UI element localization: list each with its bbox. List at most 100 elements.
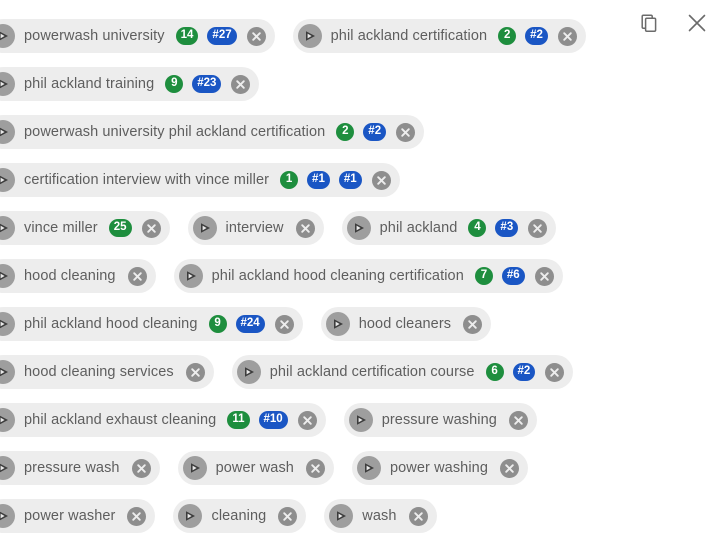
rank-badge-green: 2	[498, 27, 517, 45]
keyword-chip[interactable]: hood cleaners	[320, 307, 492, 341]
video-play-icon	[356, 456, 381, 480]
video-play-icon	[0, 72, 15, 96]
keyword-chip-row: powerwash university phil ackland certif…	[0, 108, 720, 156]
keyword-chip[interactable]: power washing	[351, 451, 528, 485]
keyword-chip[interactable]: power washer	[0, 499, 156, 533]
keyword-chip-label: hood cleaning	[24, 267, 116, 284]
rank-badge-green: 6	[485, 363, 504, 381]
rank-badge-green: 9	[208, 315, 227, 333]
keyword-chip-row: vince miller 25 interview phil ackland 4 #3	[0, 204, 720, 252]
keyword-chip[interactable]: interview	[187, 211, 324, 245]
remove-chip-icon[interactable]	[246, 26, 266, 46]
remove-chip-icon[interactable]	[127, 506, 147, 526]
keyword-chip[interactable]: phil ackland training 9 #23	[0, 67, 260, 101]
remove-chip-icon[interactable]	[508, 410, 528, 430]
keyword-chip[interactable]: phil ackland certification course 6 #2	[231, 355, 574, 389]
rank-badge-blue: #10	[258, 411, 288, 429]
remove-chip-icon[interactable]	[371, 170, 391, 190]
keyword-chip-row: certification interview with vince mille…	[0, 156, 720, 204]
keyword-chip-list: powerwash university 14 #27 phil ackland ce…	[0, 12, 720, 540]
keyword-chip-label: vince miller	[24, 219, 98, 236]
remove-chip-icon[interactable]	[278, 506, 298, 526]
remove-chip-icon[interactable]	[131, 458, 151, 478]
keyword-chip-label: cleaning	[211, 507, 267, 524]
remove-chip-icon[interactable]	[297, 410, 317, 430]
video-play-icon	[0, 168, 15, 192]
remove-chip-icon[interactable]	[545, 362, 565, 382]
keyword-chip[interactable]: pressure washing	[343, 403, 537, 437]
remove-chip-icon[interactable]	[231, 74, 251, 94]
keyword-chip[interactable]: phil ackland hood cleaning certification…	[173, 259, 563, 293]
keyword-chip[interactable]: certification interview with vince mille…	[0, 163, 400, 197]
video-play-icon	[192, 216, 217, 240]
keyword-chip-row: phil ackland exhaust cleaning 11 #10 pressu…	[0, 396, 720, 444]
video-play-icon	[0, 408, 15, 432]
close-icon	[686, 12, 708, 34]
close-button[interactable]	[684, 10, 710, 36]
remove-chip-icon[interactable]	[274, 314, 294, 334]
video-play-icon	[0, 264, 15, 288]
rank-badge-blue: #2	[525, 27, 548, 45]
keyword-chip[interactable]: powerwash university 14 #27	[0, 19, 275, 53]
keyword-chip[interactable]: hood cleaning services	[0, 355, 214, 389]
video-play-icon	[0, 216, 15, 240]
copy-button[interactable]	[636, 10, 662, 36]
rank-badge-blue: #3	[495, 219, 519, 237]
keyword-chip-label: phil ackland certification	[330, 27, 488, 44]
remove-chip-icon[interactable]	[500, 458, 519, 478]
keyword-chip-label: powerwash university	[24, 27, 165, 44]
copy-icon	[639, 13, 659, 33]
keyword-chip-label: phil ackland training	[24, 75, 155, 92]
video-play-icon	[182, 456, 207, 480]
rank-badge-green: 14	[175, 27, 199, 45]
keyword-chip-label: powerwash university phil ackland certif…	[24, 123, 326, 140]
remove-chip-icon[interactable]	[408, 506, 428, 526]
rank-badge-blue: #23	[192, 75, 222, 93]
video-play-icon	[0, 456, 15, 480]
rank-badge-blue: #2	[363, 123, 387, 141]
rank-badge-blue: #27	[207, 27, 237, 45]
remove-chip-icon[interactable]	[185, 362, 205, 382]
remove-chip-icon[interactable]	[396, 122, 416, 142]
keyword-chip-row: phil ackland training 9 #23	[0, 60, 720, 108]
keyword-chip[interactable]: cleaning	[173, 499, 307, 533]
keyword-chip[interactable]: pressure wash	[0, 451, 160, 485]
keyword-chip-label: interview	[225, 219, 284, 236]
keyword-chip-label: phil ackland exhaust cleaning	[24, 411, 217, 428]
keyword-chip-row: power washer cleaning wash	[0, 492, 720, 540]
keyword-chip[interactable]: power wash	[177, 451, 334, 485]
keyword-chip[interactable]: phil ackland exhaust cleaning 11 #10	[0, 403, 326, 437]
rank-badge-green: 25	[108, 219, 132, 237]
remove-chip-icon[interactable]	[295, 218, 315, 238]
keyword-chip[interactable]: phil ackland hood cleaning 9 #24	[0, 307, 303, 341]
remove-chip-icon[interactable]	[534, 266, 554, 286]
keyword-chip[interactable]: vince miller 25	[0, 211, 170, 245]
keyword-chip[interactable]: wash	[324, 499, 437, 533]
window-controls	[636, 10, 710, 36]
video-play-icon	[0, 360, 15, 384]
remove-chip-icon[interactable]	[127, 266, 147, 286]
keyword-suggestions-panel: powerwash university 14 #27 phil ackland ce…	[0, 0, 720, 540]
keyword-chip-label: certification interview with vince mille…	[24, 171, 270, 188]
keyword-chip-label: wash	[362, 507, 397, 524]
rank-badge-green: 7	[474, 267, 493, 285]
video-play-icon	[348, 408, 373, 432]
remove-chip-icon[interactable]	[557, 26, 577, 46]
rank-badge-blue: #2	[512, 363, 536, 381]
video-play-icon	[297, 24, 322, 48]
video-play-icon	[0, 312, 15, 336]
keyword-chip[interactable]: phil ackland 4 #3	[341, 211, 557, 245]
keyword-chip[interactable]: hood cleaning	[0, 259, 156, 293]
video-play-icon	[0, 120, 15, 144]
keyword-chip-label: pressure washing	[381, 411, 497, 428]
keyword-chip-label: pressure wash	[24, 459, 120, 476]
video-play-icon	[325, 312, 350, 336]
remove-chip-icon[interactable]	[141, 218, 161, 238]
keyword-chip[interactable]: powerwash university phil ackland certif…	[0, 115, 425, 149]
remove-chip-icon[interactable]	[305, 458, 325, 478]
video-play-icon	[0, 504, 15, 528]
keyword-chip-label: phil ackland	[379, 219, 458, 236]
remove-chip-icon[interactable]	[463, 314, 483, 334]
remove-chip-icon[interactable]	[528, 218, 548, 238]
keyword-chip[interactable]: phil ackland certification 2 #2	[292, 19, 586, 53]
